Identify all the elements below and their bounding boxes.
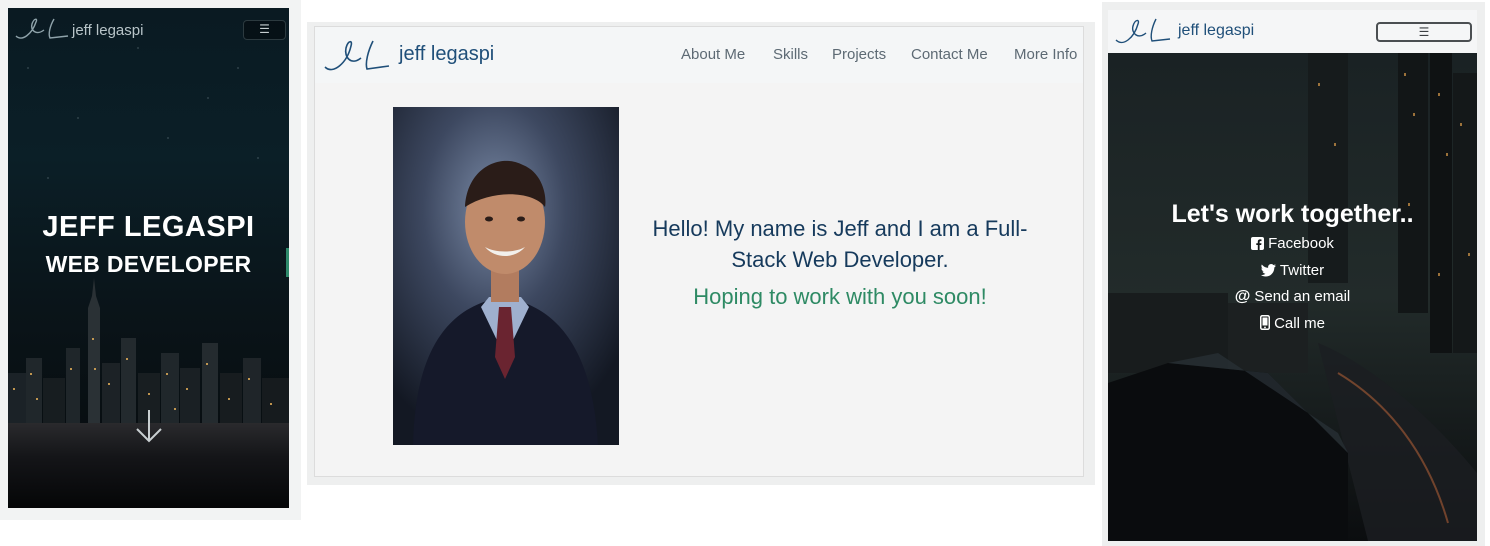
tagline-text: Hoping to work with you soon!	[693, 284, 987, 309]
menu-toggle-button[interactable]: ☰	[1376, 22, 1472, 42]
mobile-navbar: jeff legaspi ☰	[8, 8, 289, 52]
jl-logo-icon[interactable]	[323, 37, 391, 75]
nav-link-skills[interactable]: Skills	[773, 46, 808, 63]
nav-link-about-me[interactable]: About Me	[681, 46, 745, 63]
jl-logo-icon	[15, 18, 69, 39]
mobile-hero-section: jeff legaspi ☰ JEFF LEGASPI WEB DEVELOPE…	[8, 8, 289, 508]
nav-link-more-info[interactable]: More Info	[1014, 46, 1077, 63]
mobile-navbar: jeff legaspi ☰	[1108, 10, 1477, 53]
jl-logo-icon[interactable]	[1114, 16, 1172, 46]
hamburger-icon: ☰	[1418, 25, 1430, 39]
menu-toggle-button[interactable]: ☰	[243, 20, 286, 40]
facebook-label: Facebook	[1268, 235, 1334, 252]
email-label: Send an email	[1254, 288, 1351, 305]
desktop-about-section: jeff legaspi About Me Skills Projects Co…	[314, 26, 1084, 477]
city-skyline-image	[8, 278, 289, 428]
brand-name[interactable]: jeff legaspi	[72, 22, 143, 39]
hero-title: JEFF LEGASPI	[42, 211, 255, 243]
contact-title: Let's work together..	[1171, 200, 1414, 228]
email-link[interactable]: @ Send an email	[1108, 288, 1477, 306]
facebook-link[interactable]: Facebook	[1108, 235, 1477, 252]
brand-name[interactable]: jeff legaspi	[1178, 22, 1254, 40]
hamburger-icon: ☰	[259, 22, 270, 36]
call-label: Call me	[1274, 315, 1325, 332]
arrow-down-icon[interactable]	[135, 408, 163, 444]
phone-icon	[1260, 315, 1271, 330]
twitter-link[interactable]: Twitter	[1108, 262, 1477, 279]
twitter-icon	[1260, 264, 1276, 277]
intro-text: Hello! My name is Jeff and I am a Full-S…	[652, 216, 1028, 272]
profile-photo	[393, 107, 619, 445]
scroll-indicator	[286, 248, 289, 277]
twitter-label: Twitter	[1279, 262, 1325, 279]
mobile-contact-section: jeff legaspi ☰ Let's work together.. Fac…	[1108, 10, 1477, 541]
desktop-navbar: jeff legaspi About Me Skills Projects Co…	[315, 27, 1083, 83]
hero-subtitle: WEB DEVELOPER	[45, 251, 252, 277]
nav-link-projects[interactable]: Projects	[832, 46, 886, 63]
facebook-icon	[1251, 237, 1265, 250]
brand-name[interactable]: jeff legaspi	[399, 43, 494, 66]
nav-link-contact-me[interactable]: Contact Me	[911, 46, 988, 63]
call-link[interactable]: Call me	[1108, 315, 1477, 332]
at-icon: @	[1234, 288, 1251, 305]
